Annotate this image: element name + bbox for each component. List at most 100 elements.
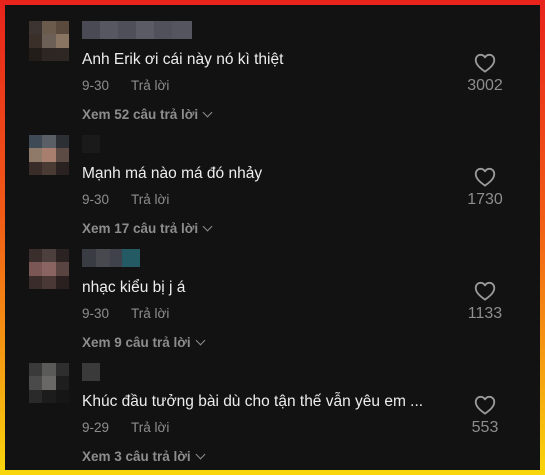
- avatar-pixel: [55, 262, 69, 276]
- comment-date: 9-30: [82, 78, 110, 93]
- username-pixel: [100, 21, 118, 39]
- avatar-pixel: [29, 47, 43, 61]
- username-pixel: [136, 21, 154, 39]
- avatar-pixel: [42, 161, 56, 175]
- avatar-pixel: [42, 275, 56, 289]
- avatar-pixel: [42, 135, 56, 149]
- avatar-pixel: [29, 135, 43, 149]
- comment-date: 9-30: [82, 306, 110, 321]
- heart-icon[interactable]: [474, 281, 496, 301]
- view-replies-button[interactable]: Xem 3 câu trả lời: [82, 449, 206, 464]
- comment-list: Anh Erik ơi cái này nó kì thiệt 9-30 Trả l…: [5, 5, 540, 470]
- comment-meta: 9-29 Trả lời: [82, 420, 169, 435]
- comment-text: nhạc kiểu bị j á: [82, 279, 186, 296]
- avatar-pixel: [42, 148, 56, 162]
- avatar-pixel: [55, 161, 69, 175]
- like-area: 1133: [460, 281, 510, 323]
- comment-text: Khúc đầu tưởng bài dù cho tận thế vẫn yê…: [82, 393, 424, 410]
- avatar-pixel: [29, 249, 43, 263]
- avatar-pixel: [42, 376, 56, 390]
- username-blurred[interactable]: [82, 135, 100, 153]
- avatar-pixel: [42, 34, 56, 48]
- avatar-pixel: [29, 21, 43, 35]
- avatar-pixel: [29, 389, 43, 403]
- avatar-pixel: [42, 249, 56, 263]
- comment-meta: 9-30 Trả lời: [82, 192, 169, 207]
- chevron-down-icon: [202, 107, 213, 118]
- username-pixel: [154, 21, 172, 39]
- avatar-pixel: [55, 249, 69, 263]
- avatar-pixel: [55, 21, 69, 35]
- view-replies-button[interactable]: Xem 52 câu trả lời: [82, 107, 213, 122]
- highlight-frame: Anh Erik ơi cái này nó kì thiệt 9-30 Trả l…: [0, 0, 545, 475]
- avatar-pixel: [55, 135, 69, 149]
- avatar-pixel: [42, 21, 56, 35]
- like-count: 3002: [467, 77, 503, 94]
- username-pixel: [110, 249, 122, 267]
- avatar-pixel: [42, 363, 56, 377]
- reply-button[interactable]: Trả lời: [131, 306, 169, 321]
- avatar[interactable]: [29, 21, 69, 61]
- avatar-pixel: [29, 275, 43, 289]
- username-pixel: [82, 363, 100, 381]
- username-pixel: [82, 135, 100, 153]
- chevron-down-icon: [202, 221, 213, 232]
- like-count: 553: [471, 419, 499, 436]
- comment-text: Mạnh má nào má đó nhảy: [82, 165, 263, 182]
- avatar-pixel: [55, 376, 69, 390]
- like-area: 3002: [460, 53, 510, 95]
- username-pixel: [82, 249, 96, 267]
- comment-item: nhạc kiểu bị j á 9-30 Trả lời Xem 9 câu trả…: [5, 241, 540, 356]
- avatar-pixel: [29, 363, 43, 377]
- username-pixel: [118, 21, 136, 39]
- username-pixel: [82, 21, 100, 39]
- avatar-pixel: [42, 47, 56, 61]
- avatar-pixel: [29, 262, 43, 276]
- avatar-pixel: [42, 389, 56, 403]
- avatar-pixel: [55, 389, 69, 403]
- comment-date: 9-29: [82, 420, 110, 435]
- like-area: 1730: [460, 167, 510, 209]
- avatar-pixel: [42, 262, 56, 276]
- avatar-pixel: [55, 363, 69, 377]
- comment-meta: 9-30 Trả lời: [82, 306, 169, 321]
- heart-icon[interactable]: [474, 167, 496, 187]
- reply-button[interactable]: Trả lời: [131, 78, 169, 93]
- heart-icon[interactable]: [474, 53, 496, 73]
- comment-item: Mạnh má nào má đó nhảy 9-30 Trả lời Xem 17 …: [5, 127, 540, 242]
- avatar-pixel: [55, 34, 69, 48]
- comment-item: Khúc đầu tưởng bài dù cho tận thế vẫn yê…: [5, 355, 540, 470]
- reply-button[interactable]: Trả lời: [131, 420, 169, 435]
- view-replies-button[interactable]: Xem 9 câu trả lời: [82, 335, 206, 350]
- like-count: 1133: [467, 305, 503, 322]
- comment-meta: 9-30 Trả lời: [82, 78, 169, 93]
- avatar-pixel: [55, 47, 69, 61]
- comment-text: Anh Erik ơi cái này nó kì thiệt: [82, 51, 284, 68]
- avatar-pixel: [29, 34, 43, 48]
- view-replies-label: Xem 52 câu trả lời: [82, 107, 199, 122]
- avatar[interactable]: [29, 249, 69, 289]
- like-area: 553: [460, 395, 510, 437]
- view-replies-label: Xem 17 câu trả lời: [82, 221, 199, 236]
- username-pixel: [122, 249, 140, 267]
- avatar-pixel: [29, 376, 43, 390]
- heart-icon[interactable]: [474, 395, 496, 415]
- view-replies-label: Xem 3 câu trả lời: [82, 449, 191, 464]
- view-replies-label: Xem 9 câu trả lời: [82, 335, 191, 350]
- avatar-pixel: [29, 161, 43, 175]
- chevron-down-icon: [195, 449, 206, 460]
- username-pixel: [172, 21, 192, 39]
- like-count: 1730: [467, 191, 503, 208]
- chevron-down-icon: [195, 335, 206, 346]
- avatar[interactable]: [29, 135, 69, 175]
- avatar[interactable]: [29, 363, 69, 403]
- avatar-pixel: [55, 275, 69, 289]
- username-blurred[interactable]: [82, 21, 192, 39]
- reply-button[interactable]: Trả lời: [131, 192, 169, 207]
- avatar-pixel: [29, 148, 43, 162]
- comment-item: Anh Erik ơi cái này nó kì thiệt 9-30 Trả l…: [5, 13, 540, 128]
- username-blurred[interactable]: [82, 249, 140, 267]
- view-replies-button[interactable]: Xem 17 câu trả lời: [82, 221, 213, 236]
- username-blurred[interactable]: [82, 363, 100, 381]
- username-pixel: [96, 249, 110, 267]
